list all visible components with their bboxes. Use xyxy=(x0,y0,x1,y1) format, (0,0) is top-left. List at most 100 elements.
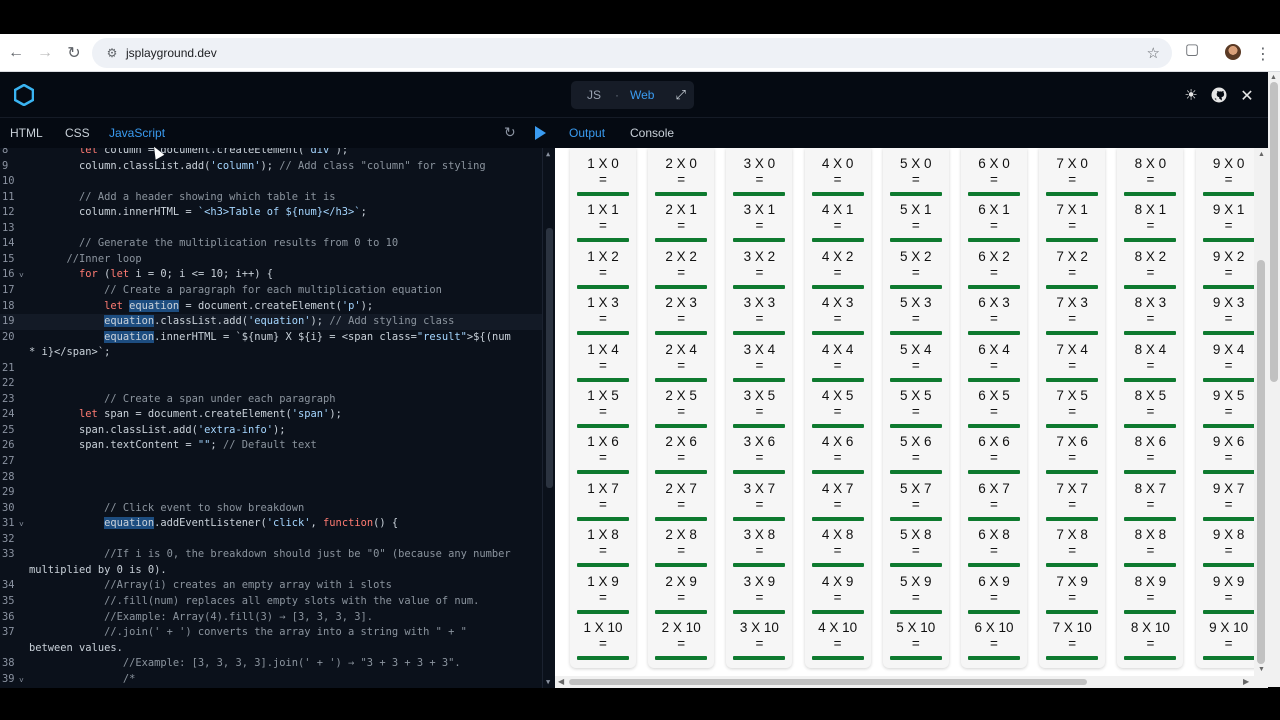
equation[interactable]: 2 X 5 = xyxy=(648,388,714,420)
code-line[interactable]: 37 //.join(' + ') converts the array int… xyxy=(0,625,542,641)
code-line[interactable]: 26 span.textContent = ""; // Default tex… xyxy=(0,438,542,454)
equation[interactable]: 8 X 1 = xyxy=(1117,202,1183,234)
equation[interactable]: 5 X 4 = xyxy=(883,342,949,374)
equation[interactable]: 1 X 6 = xyxy=(570,434,636,466)
output-vscroll-thumb[interactable] xyxy=(1257,260,1265,664)
code-line[interactable]: 30 // Click event to show breakdown xyxy=(0,501,542,517)
equation[interactable]: 6 X 1 = xyxy=(961,202,1027,234)
equation[interactable]: 5 X 1 = xyxy=(883,202,949,234)
equation[interactable]: 4 X 5 = xyxy=(805,388,871,420)
tab-css[interactable]: CSS xyxy=(65,126,90,140)
tab-output[interactable]: Output xyxy=(569,126,605,140)
page-scroll-thumb[interactable] xyxy=(1270,82,1278,382)
equation[interactable]: 9 X 9 = xyxy=(1196,574,1262,606)
github-icon[interactable] xyxy=(1211,87,1227,103)
equation[interactable]: 9 X 5 = xyxy=(1196,388,1262,420)
url-text[interactable]: jsplayground.dev xyxy=(126,46,217,60)
code-line[interactable]: 23 // Create a span under each paragraph xyxy=(0,392,542,408)
equation[interactable]: 8 X 9 = xyxy=(1117,574,1183,606)
code-line[interactable]: between values. xyxy=(0,641,542,657)
equation[interactable]: 5 X 2 = xyxy=(883,249,949,281)
equation[interactable]: 1 X 9 = xyxy=(570,574,636,606)
equation[interactable]: 5 X 6 = xyxy=(883,434,949,466)
equation[interactable]: 8 X 2 = xyxy=(1117,249,1183,281)
code-line[interactable]: 18 let equation = document.createElement… xyxy=(0,299,542,315)
editor-scroll-down-icon[interactable]: ▼ xyxy=(546,678,550,686)
reload-icon[interactable]: ↻ xyxy=(60,39,88,67)
code-line[interactable]: 10 xyxy=(0,174,542,190)
output-scroll-left-icon[interactable]: ◀ xyxy=(558,677,564,686)
code-line[interactable]: 35 //.fill(num) replaces all empty slots… xyxy=(0,594,542,610)
code-line[interactable]: 16 ˅ for (let i = 0; i <= 10; i++) { xyxy=(0,267,542,283)
back-arrow-icon[interactable]: ← xyxy=(2,39,30,67)
equation[interactable]: 3 X 8 = xyxy=(726,527,792,559)
code-line[interactable]: 14 // Generate the multiplication result… xyxy=(0,236,542,252)
equation[interactable]: 8 X 7 = xyxy=(1117,481,1183,513)
code-line[interactable]: 29 xyxy=(0,485,542,501)
editor-scroll-thumb[interactable] xyxy=(546,228,553,488)
fold-chevron-icon[interactable]: ˅ xyxy=(19,673,24,688)
equation[interactable]: 7 X 8 = xyxy=(1039,527,1105,559)
equation[interactable]: 6 X 0 = xyxy=(961,156,1027,188)
code-line[interactable]: 27 xyxy=(0,454,542,470)
code-line[interactable]: * i}</span>`; xyxy=(0,345,542,361)
equation[interactable]: 7 X 2 = xyxy=(1039,249,1105,281)
equation[interactable]: 2 X 7 = xyxy=(648,481,714,513)
equation[interactable]: 7 X 3 = xyxy=(1039,295,1105,327)
equation[interactable]: 1 X 0 = xyxy=(570,156,636,188)
mode-web-button[interactable]: Web xyxy=(630,88,654,102)
equation[interactable]: 6 X 2 = xyxy=(961,249,1027,281)
equation[interactable]: 1 X 7 = xyxy=(570,481,636,513)
code-line[interactable]: 12 column.innerHTML = `<h3>Table of ${nu… xyxy=(0,205,542,221)
equation[interactable]: 5 X 8 = xyxy=(883,527,949,559)
output-scroll-down-icon[interactable]: ▼ xyxy=(1258,666,1265,673)
extensions-icon[interactable]: ▢ xyxy=(1180,40,1204,66)
equation[interactable]: 5 X 5 = xyxy=(883,388,949,420)
tab-html[interactable]: HTML xyxy=(10,126,43,140)
equation[interactable]: 2 X 2 = xyxy=(648,249,714,281)
scroll-up-arrow-icon[interactable]: ▲ xyxy=(1270,74,1277,81)
code-line[interactable]: 11 // Add a header showing which table i… xyxy=(0,190,542,206)
output-horizontal-scrollbar[interactable]: ◀ ▶ xyxy=(555,676,1268,688)
equation[interactable]: 3 X 9 = xyxy=(726,574,792,606)
code-line[interactable]: 25 span.classList.add('extra-info'); xyxy=(0,423,542,439)
equation[interactable]: 2 X 8 = xyxy=(648,527,714,559)
code-line[interactable]: 38 //Example: [3, 3, 3, 3].join(' + ') →… xyxy=(0,656,542,672)
equation[interactable]: 4 X 8 = xyxy=(805,527,871,559)
equation[interactable]: 9 X 4 = xyxy=(1196,342,1262,374)
bookmark-star-icon[interactable]: ☆ xyxy=(1147,44,1160,62)
equation[interactable]: 3 X 6 = xyxy=(726,434,792,466)
code-line[interactable]: 34 //Array(i) creates an empty array wit… xyxy=(0,578,542,594)
code-line[interactable]: 21 xyxy=(0,361,542,377)
equation[interactable]: 7 X 10 = xyxy=(1039,620,1105,652)
equation[interactable]: 9 X 2 = xyxy=(1196,249,1262,281)
equation[interactable]: 5 X 0 = xyxy=(883,156,949,188)
equation[interactable]: 6 X 9 = xyxy=(961,574,1027,606)
equation[interactable]: 9 X 1 = xyxy=(1196,202,1262,234)
equation[interactable]: 7 X 5 = xyxy=(1039,388,1105,420)
equation[interactable]: 8 X 0 = xyxy=(1117,156,1183,188)
equation[interactable]: 2 X 4 = xyxy=(648,342,714,374)
equation[interactable]: 9 X 7 = xyxy=(1196,481,1262,513)
equation[interactable]: 3 X 10 = xyxy=(726,620,792,652)
editor-scroll-up-icon[interactable]: ▲ xyxy=(546,150,550,158)
code-line[interactable]: 36 //Example: Array(4).fill(3) → [3, 3, … xyxy=(0,610,542,626)
fullscreen-icon[interactable]: ⤢ xyxy=(675,87,685,103)
equation[interactable]: 6 X 6 = xyxy=(961,434,1027,466)
tab-javascript[interactable]: JavaScript xyxy=(109,126,165,140)
equation[interactable]: 7 X 4 = xyxy=(1039,342,1105,374)
equation[interactable]: 7 X 9 = xyxy=(1039,574,1105,606)
site-settings-icon[interactable]: ⚙ xyxy=(98,46,126,60)
equation[interactable]: 6 X 5 = xyxy=(961,388,1027,420)
equation[interactable]: 4 X 10 = xyxy=(805,620,871,652)
code-line[interactable]: 32 xyxy=(0,532,542,548)
app-logo-icon[interactable] xyxy=(14,84,34,106)
equation[interactable]: 5 X 3 = xyxy=(883,295,949,327)
equation[interactable]: 8 X 6 = xyxy=(1117,434,1183,466)
equation[interactable]: 4 X 1 = xyxy=(805,202,871,234)
equation[interactable]: 3 X 3 = xyxy=(726,295,792,327)
equation[interactable]: 6 X 10 = xyxy=(961,620,1027,652)
equation[interactable]: 8 X 10 = xyxy=(1117,620,1183,652)
equation[interactable]: 5 X 10 = xyxy=(883,620,949,652)
fold-chevron-icon[interactable]: ˅ xyxy=(19,268,24,284)
